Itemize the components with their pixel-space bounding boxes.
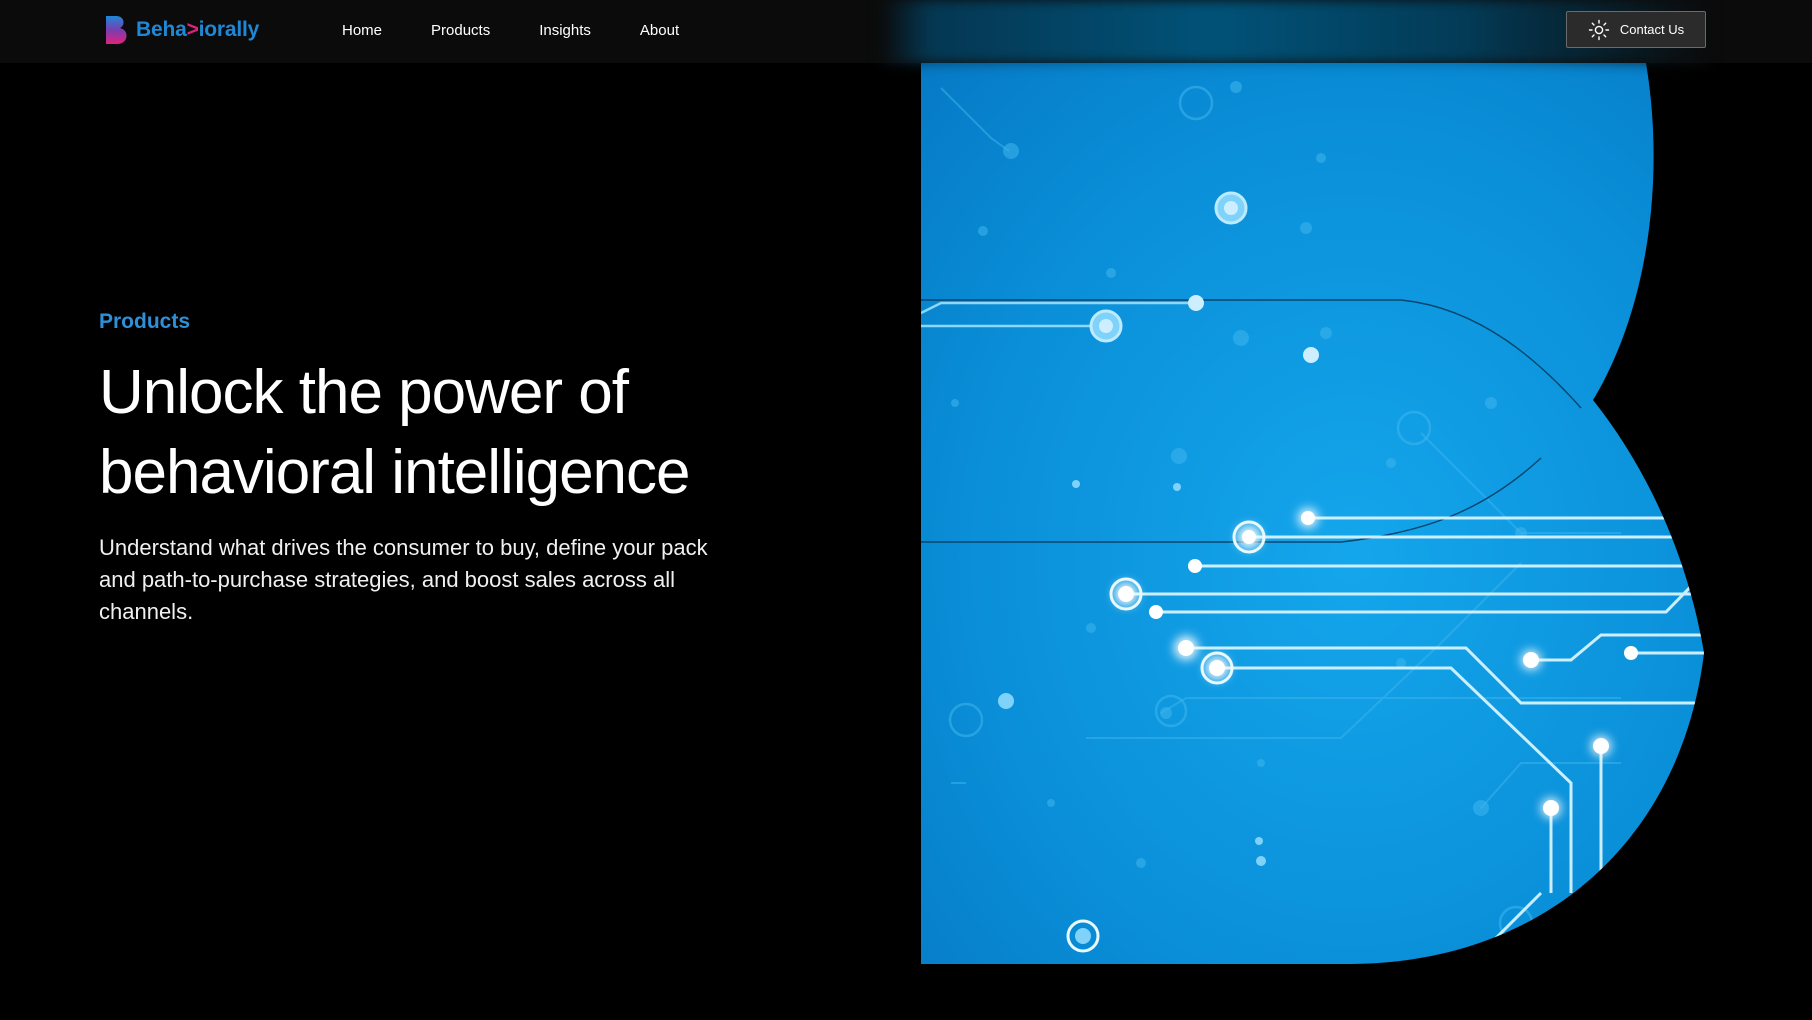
nav-about[interactable]: About <box>640 22 679 39</box>
logo-mark-icon <box>106 16 127 44</box>
brand-logo[interactable]: Beha>iorally <box>104 15 259 45</box>
nav-products[interactable]: Products <box>431 22 490 39</box>
main-nav: Home Products Insights About <box>342 0 679 60</box>
sun-icon <box>1588 19 1610 40</box>
contact-us-label: Contact Us <box>1619 22 1685 37</box>
hero-title: Unlock the power of behavioral intelligen… <box>99 353 759 513</box>
page: Beha>iorally Home Products Insights Abou… <box>0 0 1812 1020</box>
top-navigation-bar: Beha>iorally Home Products Insights Abou… <box>0 0 1812 63</box>
wordmark-glyph: > <box>186 18 199 41</box>
hero-description: Understand what drives the consumer to b… <box>99 535 708 624</box>
circuit-b-illustration <box>921 63 1704 964</box>
hero-title-line-2: behavioral intelligence <box>99 438 691 507</box>
wordmark-suffix: iorally <box>198 18 260 41</box>
brand-wordmark: Beha>iorally <box>136 18 259 42</box>
nav-home[interactable]: Home <box>342 22 382 39</box>
nav-insights[interactable]: Insights <box>539 22 591 39</box>
hero-eyebrow: Products <box>99 310 191 333</box>
wordmark-prefix: Beha <box>136 18 187 41</box>
circuit-b-icon <box>921 63 1704 964</box>
hero-title-line-1: Unlock the power of <box>99 358 629 427</box>
contact-us-button[interactable]: Contact Us <box>1566 11 1706 48</box>
